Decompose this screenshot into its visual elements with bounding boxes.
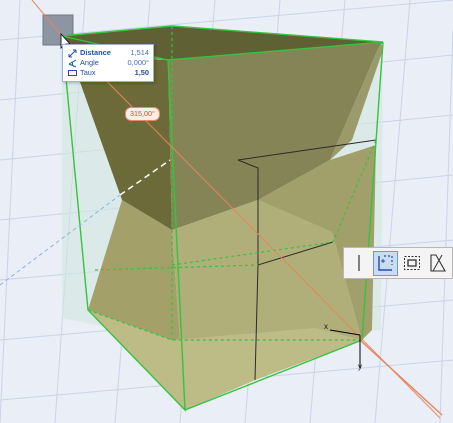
tracker-row-distance: Distance 1,514 [67, 48, 149, 58]
axis-y-label: y [358, 362, 362, 371]
skew-button[interactable] [426, 251, 450, 276]
tracker-value-distance[interactable]: 1,514 [131, 48, 150, 58]
offset-edge-button[interactable] [373, 250, 398, 276]
offset-edge-icon [378, 255, 393, 271]
move-edge-button[interactable] [347, 251, 371, 276]
tracker-row-rate: Taux 1,50 [67, 68, 149, 78]
tracker-value-rate[interactable]: 1,50 [135, 68, 149, 78]
offset-all-edges-button[interactable] [400, 251, 424, 276]
3d-viewport[interactable]: Distance 1,514 Angle 0,000° Taux 1,50 31… [0, 0, 453, 423]
offset-all-edges-icon [403, 256, 420, 270]
tracker-row-angle: Angle 0,000° [67, 58, 149, 68]
skew-icon [430, 254, 446, 272]
rate-icon [67, 69, 77, 78]
tracker-value-angle[interactable]: 0,000° [128, 58, 149, 68]
tracker-label-rate: Taux [80, 68, 96, 77]
pet-palette [343, 247, 453, 279]
angle-icon [67, 59, 77, 68]
tracker-label-distance: Distance [80, 48, 111, 57]
move-edge-icon [358, 255, 360, 271]
tracker-panel: Distance 1,514 Angle 0,000° Taux 1,50 [62, 44, 154, 82]
angle-badge: 315,00° [125, 107, 160, 121]
distance-icon [67, 49, 77, 58]
axis-x-label: x [324, 322, 328, 331]
tracker-label-angle: Angle [80, 58, 99, 67]
